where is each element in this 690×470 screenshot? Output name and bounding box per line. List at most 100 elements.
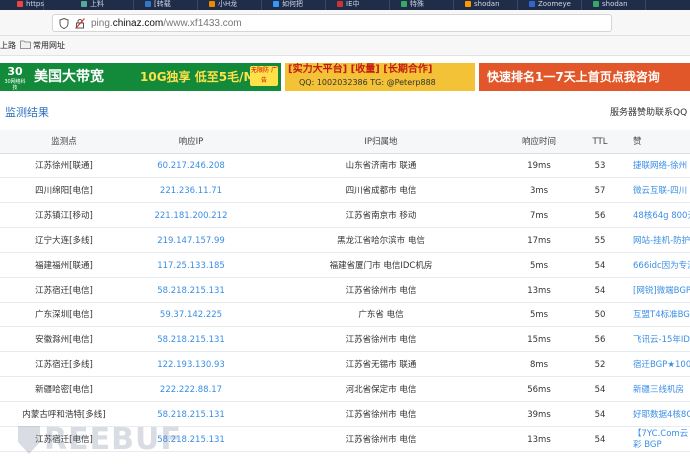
cell-response-time: 7ms: [529, 210, 549, 221]
ad-banner-platform[interactable]: [实力大平台] [收量] [长期合作] QQ: 1002032386 TG: @…: [285, 63, 475, 91]
cell-response-ip[interactable]: 122.193.130.93: [128, 353, 254, 377]
ad-banners: 30 30网络科技 美国大带宽 10G独享 低至5毛/M 无限防 广告 [实力大平…: [0, 63, 690, 91]
cell-sponsor[interactable]: 互盟T4标准BGP: [633, 303, 690, 327]
cell-ttl: 54: [594, 260, 606, 271]
cell-sponsor[interactable]: 好耶数据4核8G: [633, 403, 690, 427]
cell-ip-location: 江苏省徐州市 电信: [345, 285, 417, 296]
cell-response-time: 56ms: [527, 385, 551, 396]
cell-response-ip[interactable]: 58.218.215.131: [128, 328, 254, 352]
ad-banner-bandwidth[interactable]: 30 30网络科技 美国大带宽 10G独享 低至5毛/M 无限防 广告: [0, 63, 281, 91]
browser-tab[interactable]: 小H龙: [206, 0, 262, 10]
cell-ip-location: 江苏省徐州市 电信: [345, 410, 417, 420]
cell-response-ip[interactable]: 221.181.200.212: [128, 204, 254, 228]
browser-tab[interactable]: 如何把: [270, 0, 326, 10]
tab-favicon-icon: [81, 1, 87, 7]
tab-favicon-icon: [209, 1, 215, 7]
insecure-lock-icon[interactable]: [75, 18, 85, 29]
tab-label: IE中: [346, 0, 360, 8]
table-row: 江苏宿迁[电信] 58.218.215.131 江苏省徐州市 电信 13ms 54 [网锐…: [0, 279, 690, 303]
folder-icon: [20, 40, 31, 49]
cell-ttl: 54: [594, 410, 606, 420]
tab-label: Zoomeye: [538, 0, 571, 8]
table-row: 辽宁大连[多线] 219.147.157.99 黑龙江省哈尔滨市 电信 17ms 55 网…: [0, 229, 690, 253]
ad-banner-ranking[interactable]: 快速排名1一7天上首页点我咨询: [479, 63, 690, 91]
cell-ip-location: 江苏省南京市 移动: [345, 210, 417, 221]
bookmark-item[interactable]: 上路: [0, 40, 16, 51]
tab-favicon-icon: [145, 1, 151, 7]
section-title: 监测结果: [5, 106, 49, 119]
table-row: 江苏宿迁[多线] 122.193.130.93 江苏省无锡市 联通 8ms 52 宿迁BG…: [0, 353, 690, 378]
cell-sponsor[interactable]: 捷联网络-徐州: [633, 154, 690, 178]
cell-sponsor[interactable]: 网站-挂机-防护: [633, 229, 690, 253]
sponsor-contact-link[interactable]: 服务器赞助联系QQ: [610, 107, 687, 119]
cell-monitor-point: 福建福州[联通]: [35, 260, 93, 271]
cell-ip-location: 河北省保定市 电信: [345, 385, 417, 396]
table-row: 江苏镇江[移动] 221.181.200.212 江苏省南京市 移动 7ms 56 48核…: [0, 204, 690, 228]
cell-ttl: 54: [594, 285, 606, 296]
shield-icon[interactable]: [59, 18, 69, 29]
cell-ttl: 56: [594, 335, 606, 346]
cell-response-ip[interactable]: 222.222.88.17: [128, 378, 254, 402]
cell-response-time: 13ms: [527, 285, 551, 296]
cell-sponsor[interactable]: 新疆三线机房: [633, 378, 690, 402]
cell-response-ip[interactable]: 59.37.142.225: [128, 303, 254, 327]
cell-sponsor[interactable]: 666idc因为专注: [633, 254, 690, 278]
header-sponsor: 赞: [633, 137, 642, 147]
cell-response-ip[interactable]: 117.25.133.185: [128, 254, 254, 278]
tab-label: 如何把: [282, 0, 303, 8]
cell-ttl: 50: [594, 310, 606, 321]
browser-tab[interactable]: 上料: [78, 0, 134, 10]
cell-sponsor[interactable]: 微云互联-四川: [633, 179, 690, 203]
tab-label: 小H龙: [218, 0, 238, 8]
tab-favicon-icon: [17, 1, 23, 7]
cell-response-time: 8ms: [529, 360, 549, 371]
table-row: 四川绵阳[电信] 221.236.11.71 四川省成都市 电信 3ms 57 微云互联-…: [0, 179, 690, 203]
cell-ip-location: 四川省成都市 电信: [345, 185, 417, 196]
tab-label: https: [26, 0, 45, 8]
cell-sponsor[interactable]: 【7YC.Com云彩 BGP: [633, 428, 690, 452]
cell-ttl: 57: [594, 185, 606, 196]
browser-tab[interactable]: shodan: [462, 0, 518, 10]
cell-monitor-point: 安徽滁州[电信]: [35, 335, 93, 346]
tab-favicon-icon: [273, 1, 279, 7]
address-bar[interactable]: ping.chinaz.com/www.xf1433.com: [52, 14, 612, 32]
cell-monitor-point: 江苏徐州[联通]: [35, 161, 93, 171]
browser-toolbar: ping.chinaz.com/www.xf1433.com: [0, 10, 690, 36]
cell-ttl: 53: [594, 161, 606, 171]
cell-ttl: 56: [594, 210, 606, 221]
cell-ip-location: 山东省济南市 联通: [345, 161, 417, 171]
cell-monitor-point: 江苏镇江[移动]: [35, 210, 93, 221]
cell-response-ip[interactable]: 221.236.11.71: [128, 179, 254, 203]
cell-sponsor[interactable]: 飞讯云-15年IDC: [633, 328, 690, 352]
browser-tab[interactable]: 特殊: [398, 0, 454, 10]
cell-response-ip[interactable]: 58.218.215.131: [128, 279, 254, 303]
cell-sponsor[interactable]: 48核64g 800元: [633, 204, 690, 228]
cell-response-ip[interactable]: 60.217.246.208: [128, 154, 254, 178]
browser-tab[interactable]: shodan: [590, 0, 646, 10]
browser-tab[interactable]: Zoomeye: [526, 0, 582, 10]
cell-monitor-point: 广东深圳[电信]: [35, 310, 93, 321]
cell-response-time: 17ms: [527, 235, 551, 246]
header-response-time: 响应时间: [521, 137, 556, 147]
freebuf-logo-icon: [18, 426, 40, 454]
banner-ranking-text: 快速排名1一7天上首页点我咨询: [487, 70, 660, 84]
browser-tab[interactable]: https: [14, 0, 44, 10]
browser-tab[interactable]: IE中: [334, 0, 390, 10]
browser-tab[interactable]: [转载: [142, 0, 198, 10]
cell-ttl: 54: [594, 385, 606, 396]
cell-ip-location: 江苏省无锡市 联通: [345, 360, 417, 371]
cell-monitor-point: 江苏宿迁[多线]: [35, 360, 93, 371]
cell-sponsor[interactable]: 宿迁BGP★100: [633, 353, 690, 377]
bookmarks-bar: 上路 常用网址: [0, 36, 690, 56]
cell-sponsor[interactable]: [网锐]微端BGP: [633, 279, 690, 303]
banner-line1: [实力大平台] [收量] [长期合作]: [288, 64, 433, 75]
tab-favicon-icon: [401, 1, 407, 7]
cell-response-ip[interactable]: 219.147.157.99: [128, 229, 254, 253]
banner-headline: 美国大带宽: [34, 69, 104, 85]
cell-monitor-point: 辽宁大连[多线]: [35, 235, 93, 246]
table-row: 新疆哈密[电信] 222.222.88.17 河北省保定市 电信 56ms 54 新疆三线…: [0, 378, 690, 403]
bookmark-common-sites[interactable]: 常用网址: [33, 40, 65, 51]
tab-favicon-icon: [593, 1, 599, 7]
cell-response-time: 13ms: [527, 434, 551, 445]
table-row: 安徽滁州[电信] 58.218.215.131 江苏省徐州市 电信 15ms 56 飞讯云…: [0, 328, 690, 353]
